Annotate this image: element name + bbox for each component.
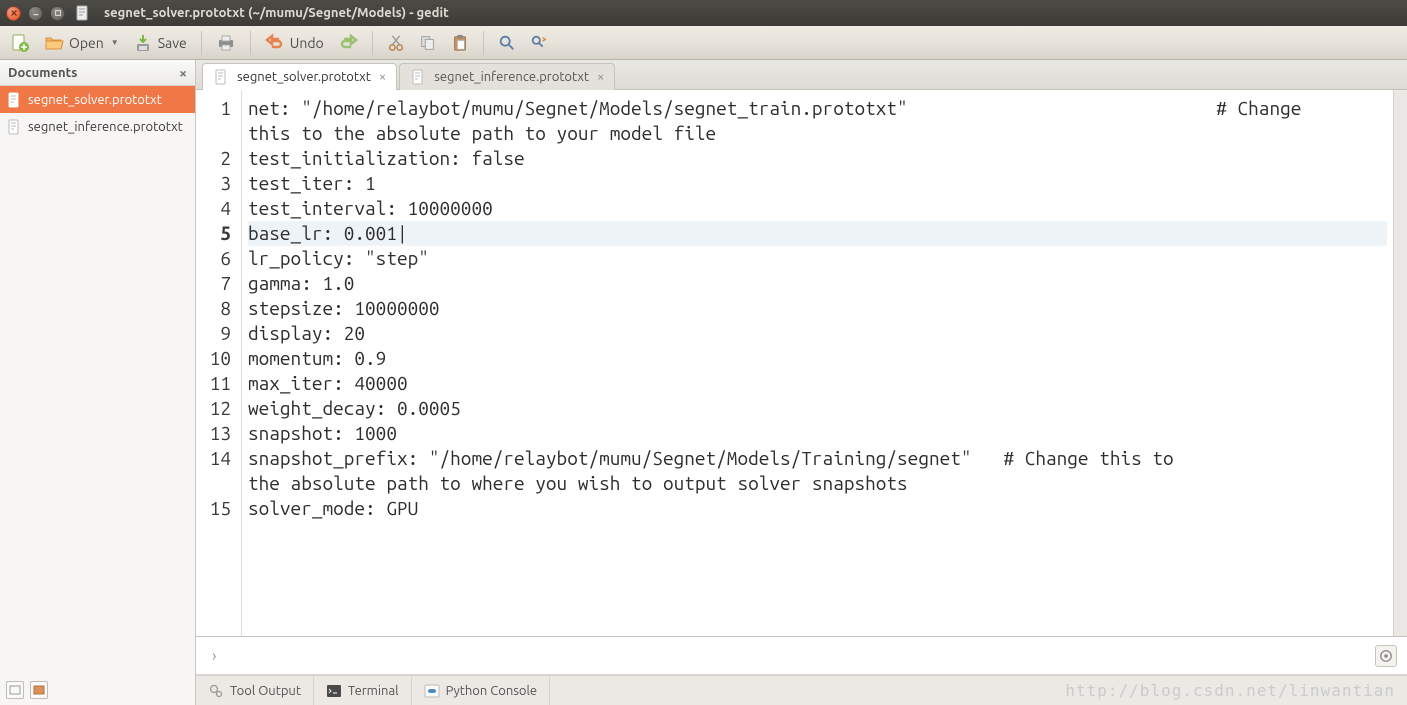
open-button[interactable]: Open ▼ <box>38 29 125 57</box>
toolbar-separator <box>372 31 373 55</box>
bottom-tab-tool-output[interactable]: Tool Output <box>196 676 314 705</box>
window-close-button[interactable] <box>6 6 21 21</box>
bottom-tab-label: Tool Output <box>230 684 301 698</box>
find-button[interactable] <box>492 29 522 57</box>
tab-solver[interactable]: segnet_solver.prototxt × <box>202 63 397 90</box>
editor-area: segnet_solver.prototxt × segnet_inferenc… <box>196 60 1407 675</box>
sidebar-item-label: segnet_solver.prototxt <box>28 93 162 107</box>
find-icon <box>498 34 516 52</box>
window-maximize-button[interactable] <box>50 6 65 21</box>
toolbar-separator <box>483 31 484 55</box>
copy-icon <box>419 34 437 52</box>
bottom-tab-label: Terminal <box>348 684 399 698</box>
tab-close-icon[interactable]: × <box>379 70 386 84</box>
find-replace-icon <box>530 34 548 52</box>
redo-button[interactable] <box>332 29 364 57</box>
find-replace-button[interactable] <box>524 29 554 57</box>
line-gutter: 1 234567891011121314 15 <box>196 90 242 636</box>
tab-label: segnet_inference.prototxt <box>434 70 589 84</box>
save-icon <box>133 33 153 53</box>
search-settings-button[interactable] <box>1375 645 1397 667</box>
cut-icon <box>387 34 405 52</box>
sidebar-item-label: segnet_inference.prototxt <box>28 120 183 134</box>
save-button[interactable]: Save <box>127 29 193 57</box>
bottom-panel-tabs: Tool Output Terminal Python Console http… <box>196 675 1407 705</box>
main-toolbar: Open ▼ Save Undo <box>0 26 1407 60</box>
file-icon <box>213 69 229 85</box>
cut-button[interactable] <box>381 29 411 57</box>
window-titlebar: segnet_solver.prototxt (~/mumu/Segnet/Mo… <box>0 0 1407 26</box>
search-arrow-icon[interactable]: › <box>212 647 217 665</box>
terminal-icon <box>326 683 342 699</box>
search-bar: › <box>196 637 1407 675</box>
app-icon <box>75 5 91 21</box>
copy-button[interactable] <box>413 29 443 57</box>
print-icon <box>216 33 236 53</box>
python-icon <box>424 683 440 699</box>
paste-icon <box>451 34 469 52</box>
sidebar-list: segnet_solver.prototxt segnet_inference.… <box>0 86 195 675</box>
sidebar-close-icon[interactable]: × <box>179 65 187 81</box>
open-dropdown-icon[interactable]: ▼ <box>111 38 119 47</box>
file-icon <box>6 92 22 108</box>
sidebar-title: Documents <box>8 66 77 80</box>
bottom-bar: Tool Output Terminal Python Console http… <box>0 675 1407 705</box>
undo-button[interactable]: Undo <box>259 29 330 57</box>
open-folder-icon <box>44 33 64 53</box>
file-icon <box>410 69 426 85</box>
watermark-text: http://blog.csdn.net/linwantian <box>1065 681 1407 700</box>
window-minimize-button[interactable] <box>28 6 43 21</box>
documents-sidebar: Documents × segnet_solver.prototxt segne… <box>0 60 196 675</box>
gears-icon <box>208 683 224 699</box>
bottom-tab-terminal[interactable]: Terminal <box>314 676 412 705</box>
tab-close-icon[interactable]: × <box>597 70 604 84</box>
bottom-left-tray <box>0 675 196 705</box>
editor-tabstrip: segnet_solver.prototxt × segnet_inferenc… <box>196 60 1407 90</box>
bottom-tab-python[interactable]: Python Console <box>412 676 551 705</box>
print-button[interactable] <box>210 29 242 57</box>
tab-label: segnet_solver.prototxt <box>237 70 371 84</box>
undo-label: Undo <box>290 35 324 51</box>
sidebar-item-inference[interactable]: segnet_inference.prototxt <box>0 113 195 140</box>
toolbar-separator <box>201 31 202 55</box>
target-icon <box>1379 649 1393 663</box>
tray-icon-2[interactable] <box>30 681 48 699</box>
new-file-button[interactable] <box>4 29 36 57</box>
paste-button[interactable] <box>445 29 475 57</box>
sidebar-header[interactable]: Documents × <box>0 60 195 86</box>
bottom-tab-label: Python Console <box>446 684 538 698</box>
vertical-scrollbar[interactable] <box>1393 90 1407 636</box>
undo-icon <box>265 33 285 53</box>
file-icon <box>6 119 22 135</box>
window-title: segnet_solver.prototxt (~/mumu/Segnet/Mo… <box>104 6 449 20</box>
new-file-icon <box>10 33 30 53</box>
save-label: Save <box>158 35 187 51</box>
open-label: Open <box>69 35 104 51</box>
code-editor[interactable]: net: "/home/relaybot/mumu/Segnet/Models/… <box>242 90 1393 636</box>
toolbar-separator <box>250 31 251 55</box>
sidebar-item-solver[interactable]: segnet_solver.prototxt <box>0 86 195 113</box>
tray-icon-1[interactable] <box>6 681 24 699</box>
tab-inference[interactable]: segnet_inference.prototxt × <box>399 63 615 90</box>
redo-icon <box>338 33 358 53</box>
